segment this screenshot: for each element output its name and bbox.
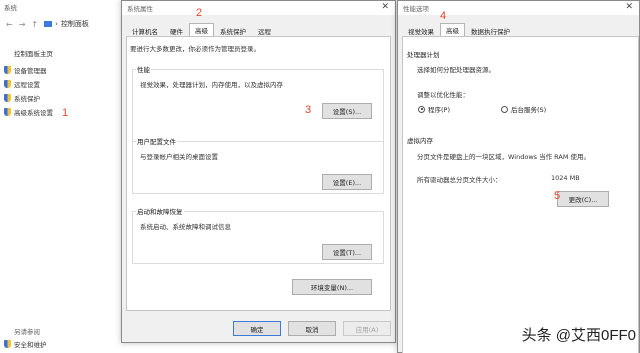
tab-panel: 处理器计划 选择如何分配处理器资源。 调整以优化性能： 程序(P) 后台服务(S… [402, 36, 639, 353]
forward-arrow-icon[interactable]: → [19, 20, 26, 29]
ok-button[interactable]: 确定 [233, 321, 281, 336]
virtual-memory-desc: 分页文件是硬盘上的一块区域，Windows 当作 RAM 使用。 [417, 153, 591, 161]
performance-desc: 视觉效果，处理器计划，内存使用，以及虚拟内存 [140, 81, 283, 89]
up-arrow-icon[interactable]: ↑ [31, 20, 38, 29]
virtual-memory-title: 虚拟内存 [406, 135, 434, 145]
user-profiles-desc: 与登录帐户相关的桌面设置 [140, 153, 218, 161]
performance-title: 性能 [136, 64, 151, 74]
total-paging-label: 所有驱动器总分页文件大小： [417, 176, 502, 184]
radio-indicator [418, 105, 425, 113]
shield-icon [4, 94, 11, 102]
dialog-titlebar: 系统属性 ✕ [122, 1, 395, 15]
chevron-right-icon: › [55, 20, 58, 28]
background-services-radio[interactable]: 后台服务(S) [501, 104, 546, 114]
adjust-label: 调整以优化性能： [417, 91, 469, 99]
system-properties-dialog: 系统属性 ✕ 计算机名 硬件 高级 系统保护 远程 要进行大多数更改，你必须作为… [121, 0, 396, 343]
total-paging-value: 1024 MB [551, 174, 580, 182]
see-also-label: 另请参阅 [14, 328, 40, 336]
startup-recovery-title: 启动和故障恢复 [136, 206, 184, 216]
sidebar-links: 设备管理器 远程设置 系统保护 高级系统设置 [4, 66, 53, 117]
change-virtual-memory-button[interactable]: 更改(C)... [557, 191, 609, 207]
admin-note: 要进行大多数更改，你必须作为管理员登录。 [130, 45, 260, 53]
monitor-icon [44, 21, 53, 27]
sidebar-item-remote-settings[interactable]: 远程设置 [4, 80, 53, 89]
processor-scheduling-title: 处理器计划 [406, 49, 441, 59]
user-profiles-settings-button[interactable]: 设置(E)... [322, 174, 372, 190]
user-profiles-title: 用户配置文件 [136, 136, 177, 146]
sidebar-item-advanced-settings[interactable]: 高级系统设置 [4, 108, 53, 117]
shield-icon [4, 340, 11, 348]
startup-recovery-desc: 系统启动、系统故障和调试信息 [140, 223, 231, 231]
processor-scheduling-desc: 选择如何分配处理器资源。 [417, 66, 495, 74]
window-title: 系统 [4, 4, 17, 12]
annotation-1: 1 [62, 107, 69, 119]
annotation-4: 4 [440, 10, 447, 22]
dialog-title: 性能选项 [403, 5, 429, 13]
radio-indicator [501, 105, 508, 113]
breadcrumb[interactable]: › 控制面板 [44, 19, 89, 29]
shield-icon [4, 66, 11, 74]
control-panel-home-link[interactable]: 控制面板主页 [14, 48, 53, 58]
security-maintenance-link[interactable]: 安全和维护 [4, 339, 47, 349]
annotation-5: 5 [554, 190, 561, 202]
tab-advanced[interactable]: 高级 [440, 23, 465, 37]
programs-radio[interactable]: 程序(P) [418, 104, 450, 114]
close-icon[interactable]: ✕ [381, 2, 389, 12]
dialog-titlebar: 性能选项 ✕ [398, 1, 639, 15]
annotation-3: 3 [305, 104, 312, 116]
sidebar-item-system-protection[interactable]: 系统保护 [4, 94, 53, 103]
shield-icon [4, 108, 11, 116]
startup-recovery-settings-button[interactable]: 设置(T)... [322, 244, 372, 260]
close-icon[interactable]: ✕ [625, 2, 633, 12]
breadcrumb-item[interactable]: 控制面板 [61, 19, 89, 29]
cancel-button[interactable]: 取消 [288, 321, 336, 336]
shield-icon [4, 80, 11, 88]
sidebar-item-device-manager[interactable]: 设备管理器 [4, 66, 53, 75]
tab-panel: 要进行大多数更改，你必须作为管理员登录。 性能 视觉效果，处理器计划，内存使用，… [126, 36, 391, 311]
tab-advanced[interactable]: 高级 [189, 23, 214, 37]
performance-options-dialog: 性能选项 ✕ 视觉效果 高级 数据执行保护 处理器计划 选择如何分配处理器资源。… [397, 0, 640, 353]
performance-settings-button[interactable]: 设置(S)... [322, 103, 372, 119]
watermark: 头条 @艾西0FF0 [521, 327, 636, 344]
tab-bar: 视觉效果 高级 数据执行保护 [402, 23, 516, 37]
annotation-2: 2 [196, 7, 203, 19]
dialog-title: 系统属性 [127, 5, 153, 13]
back-arrow-icon[interactable]: ← [6, 20, 13, 29]
apply-button[interactable]: 应用(A) [343, 321, 391, 336]
environment-variables-button[interactable]: 环境变量(N)... [292, 279, 372, 295]
tab-bar: 计算机名 硬件 高级 系统保护 远程 [126, 23, 277, 37]
